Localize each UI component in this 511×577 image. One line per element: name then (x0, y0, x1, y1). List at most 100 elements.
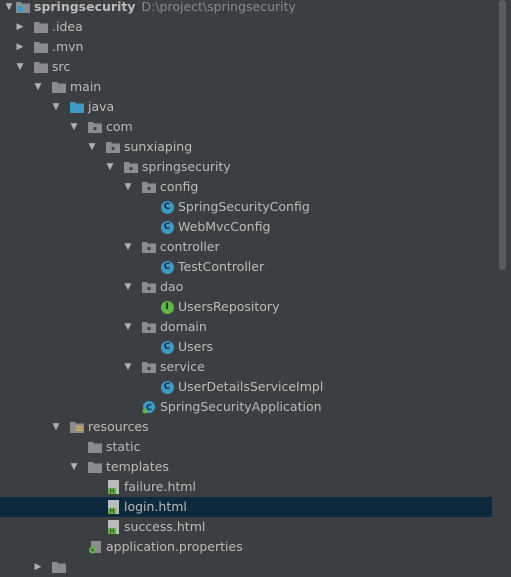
collapse-arrow-icon[interactable]: ▶ (14, 17, 26, 37)
tree-row-spring-security-application[interactable]: C SpringSecurityApplication (0, 397, 492, 417)
file-label: application.properties (106, 539, 243, 554)
expand-arrow-icon[interactable]: ▼ (104, 157, 116, 177)
html-file-icon: H (106, 520, 120, 534)
file-label: SpringSecurityApplication (160, 399, 322, 414)
expand-arrow-icon[interactable]: ▼ (68, 117, 80, 137)
class-icon: C (160, 200, 174, 214)
class-icon: C (160, 340, 174, 354)
tree-row-failure-html[interactable]: H failure.html (0, 477, 492, 497)
package-label: service (160, 359, 205, 374)
folder-icon (52, 560, 66, 574)
package-label: sunxiaping (124, 139, 193, 154)
scrollbar-thumb[interactable] (499, 0, 506, 270)
expand-arrow-icon[interactable]: ▼ (122, 237, 134, 257)
class-icon: C (160, 260, 174, 274)
tree-row-test-controller[interactable]: C TestController (0, 257, 492, 277)
tree-row-domain[interactable]: ▼ domain (0, 317, 492, 337)
folder-icon (34, 20, 48, 34)
tree-row-service[interactable]: ▼ service (0, 357, 492, 377)
package-label: springsecurity (142, 159, 231, 174)
expand-arrow-icon[interactable]: ▼ (50, 97, 62, 117)
tree-row-partial[interactable]: ▶ (0, 557, 492, 577)
package-label: controller (160, 239, 220, 254)
package-icon (142, 320, 156, 334)
expand-arrow-icon[interactable]: ▼ (86, 137, 98, 157)
project-tree: ▼ springsecurity D:\project\springsecurit… (0, 0, 492, 577)
folder-label: src (52, 59, 71, 74)
properties-file-icon (88, 540, 102, 554)
class-icon: C (160, 220, 174, 234)
folder-icon (34, 60, 48, 74)
package-icon (124, 160, 138, 174)
spring-boot-class-icon: C (142, 400, 156, 414)
package-label: config (160, 179, 199, 194)
package-icon (142, 180, 156, 194)
html-file-icon: H (106, 500, 120, 514)
expand-arrow-icon[interactable]: ▼ (122, 277, 134, 297)
tree-row-java[interactable]: ▼ java (0, 97, 492, 117)
folder-label: templates (106, 459, 169, 474)
expand-arrow-icon[interactable]: ▼ (50, 417, 62, 437)
expand-arrow-icon[interactable]: ▼ (3, 0, 15, 17)
tree-row-templates[interactable]: ▼ templates (0, 457, 492, 477)
tree-row-idea[interactable]: ▶ .idea (0, 17, 492, 37)
tree-row-config[interactable]: ▼ config (0, 177, 492, 197)
folder-icon (88, 460, 102, 474)
folder-label: .mvn (52, 39, 84, 54)
package-label: com (106, 119, 133, 134)
file-label: Users (178, 339, 214, 354)
tree-row-mvn[interactable]: ▶ .mvn (0, 37, 492, 57)
tree-row-dao[interactable]: ▼ dao (0, 277, 492, 297)
tree-row-src[interactable]: ▼ src (0, 57, 492, 77)
expand-arrow-icon[interactable]: ▼ (122, 357, 134, 377)
tree-row-springsecurity-package[interactable]: ▼ springsecurity (0, 157, 492, 177)
tree-row-login-html[interactable]: H login.html (0, 497, 492, 517)
project-folder-icon (16, 0, 30, 14)
vertical-scrollbar[interactable] (499, 0, 507, 564)
interface-icon: I (160, 300, 174, 314)
tree-row-spring-security-config[interactable]: C SpringSecurityConfig (0, 197, 492, 217)
tree-row-static[interactable]: static (0, 437, 492, 457)
tree-row-users-repository[interactable]: I UsersRepository (0, 297, 492, 317)
tree-row-main[interactable]: ▼ main (0, 77, 492, 97)
tree-row-user-details-service-impl[interactable]: C UserDetailsServiceImpl (0, 377, 492, 397)
expand-arrow-icon[interactable]: ▼ (122, 177, 134, 197)
tree-row-application-properties[interactable]: application.properties (0, 537, 492, 557)
tree-row-success-html[interactable]: H success.html (0, 517, 492, 537)
package-icon (142, 240, 156, 254)
package-icon (142, 280, 156, 294)
project-path: D:\project\springsecurity (141, 0, 296, 14)
folder-icon (88, 440, 102, 454)
tree-row-controller[interactable]: ▼ controller (0, 237, 492, 257)
file-label: TestController (178, 259, 265, 274)
tree-row-web-mvc-config[interactable]: C WebMvcConfig (0, 217, 492, 237)
expand-arrow-icon[interactable]: ▼ (14, 57, 26, 77)
folder-label: resources (88, 419, 149, 434)
expand-arrow-icon[interactable]: ▼ (68, 457, 80, 477)
tree-row-sunxiaping[interactable]: ▼ sunxiaping (0, 137, 492, 157)
package-label: dao (160, 279, 184, 294)
folder-icon (34, 40, 48, 54)
tree-row-resources[interactable]: ▼ resources (0, 417, 492, 437)
resources-folder-icon (70, 420, 84, 434)
collapse-arrow-icon[interactable]: ▶ (32, 557, 44, 577)
folder-icon (52, 80, 66, 94)
html-file-icon: H (106, 480, 120, 494)
tree-row-project-root[interactable]: ▼ springsecurity D:\project\springsecurit… (0, 0, 492, 17)
file-label: failure.html (124, 479, 196, 494)
folder-label: main (70, 79, 102, 94)
folder-label: .idea (52, 19, 83, 34)
tree-row-com[interactable]: ▼ com (0, 117, 492, 137)
expand-arrow-icon[interactable]: ▼ (122, 317, 134, 337)
file-label: success.html (124, 519, 206, 534)
package-icon (88, 120, 102, 134)
tree-row-users[interactable]: C Users (0, 337, 492, 357)
file-label: UsersRepository (178, 299, 280, 314)
package-icon (142, 360, 156, 374)
package-icon (106, 140, 120, 154)
svg-text:H: H (109, 508, 114, 514)
collapse-arrow-icon[interactable]: ▶ (14, 37, 26, 57)
class-icon: C (160, 380, 174, 394)
expand-arrow-icon[interactable]: ▼ (32, 77, 44, 97)
source-folder-icon (70, 100, 84, 114)
